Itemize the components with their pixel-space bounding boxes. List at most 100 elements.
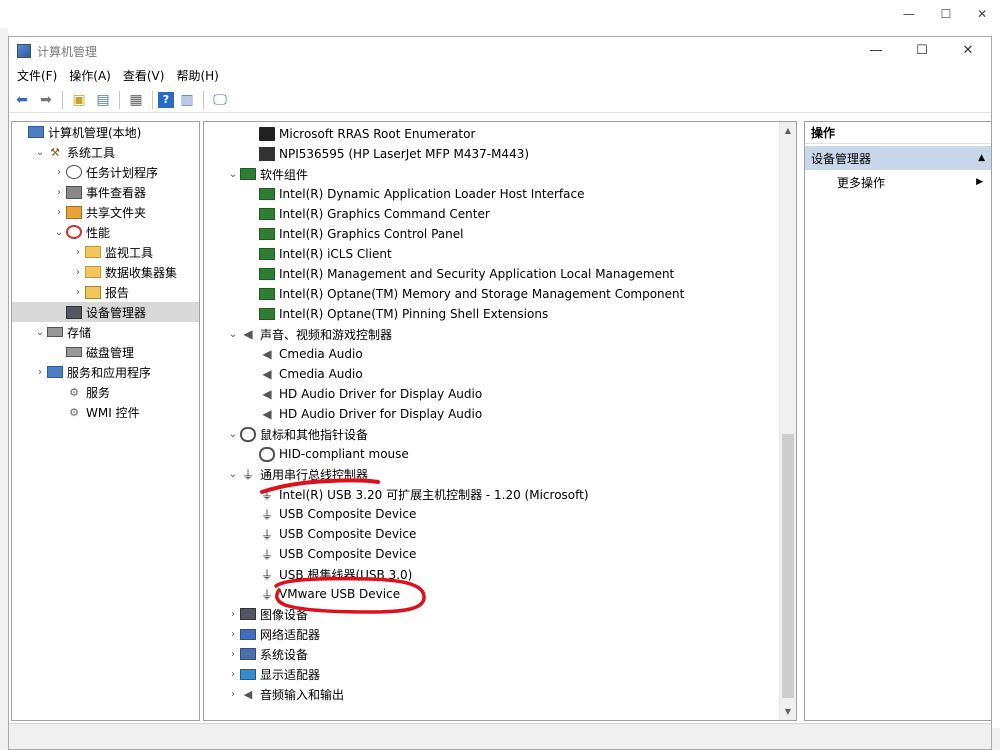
expanded-chevron-icon[interactable]: ⌄ bbox=[33, 327, 47, 338]
close-button[interactable]: ✕ bbox=[945, 37, 991, 65]
tree-item-row[interactable]: ⚙ 服务 bbox=[12, 382, 199, 402]
background-minimize-button[interactable]: — bbox=[903, 7, 915, 21]
expanded-chevron-icon[interactable]: ⌄ bbox=[226, 429, 240, 440]
device-item-row[interactable]: Intel(R) Management and Security Applica… bbox=[204, 264, 778, 284]
back-arrow-icon[interactable]: ⬅ bbox=[11, 89, 33, 111]
sound-video-icon: ◀ bbox=[243, 327, 253, 341]
tree-item-label: 磁盘管理 bbox=[86, 345, 135, 360]
show-hide-tree-icon[interactable]: ▤ bbox=[92, 89, 114, 111]
scroll-down-arrow-icon[interactable]: ▼ bbox=[780, 703, 796, 720]
expanded-chevron-icon[interactable]: ⌄ bbox=[226, 169, 240, 180]
device-item-row[interactable]: ⏚ VMware USB Device bbox=[204, 584, 778, 604]
help-icon[interactable]: ? bbox=[158, 91, 174, 108]
device-item-row[interactable]: NPI536595 (HP LaserJet MFP M437-M443) bbox=[204, 144, 778, 164]
tree-item-row[interactable]: ⌄ 性能 bbox=[12, 222, 199, 242]
device-item-row[interactable]: › 显示适配器 bbox=[204, 664, 778, 684]
collapsed-chevron-icon[interactable]: › bbox=[71, 267, 85, 278]
device-item-row[interactable]: Intel(R) Graphics Control Panel bbox=[204, 224, 778, 244]
device-item-label: 通用串行总线控制器 bbox=[260, 467, 369, 482]
properties-icon[interactable]: ▦ bbox=[125, 89, 147, 111]
scroll-up-arrow-icon[interactable]: ▲ bbox=[780, 122, 796, 139]
device-item-row[interactable]: › 系统设备 bbox=[204, 644, 778, 664]
background-close-button[interactable]: ✕ bbox=[977, 7, 987, 21]
tree-item-row[interactable]: › 任务计划程序 bbox=[12, 162, 199, 182]
device-item-row[interactable]: Intel(R) Graphics Command Center bbox=[204, 204, 778, 224]
collapse-arrow-icon[interactable]: ▲ bbox=[978, 153, 985, 163]
tree-item-row[interactable]: › 数据收集器集 bbox=[12, 262, 199, 282]
device-item-row[interactable]: › ◀ 音频输入和输出 bbox=[204, 684, 778, 704]
menu-bar: 文件(F) 操作(A) 查看(V) 帮助(H) bbox=[9, 65, 991, 87]
device-item-label: USB Composite Device bbox=[279, 547, 417, 561]
device-item-row[interactable]: › 图像设备 bbox=[204, 604, 778, 624]
reports-icon bbox=[85, 285, 101, 299]
device-item-row[interactable]: Intel(R) iCLS Client bbox=[204, 244, 778, 264]
tree-item-row[interactable]: › 监视工具 bbox=[12, 242, 199, 262]
tree-item-row[interactable]: ⚙ WMI 控件 bbox=[12, 402, 199, 422]
expanded-chevron-icon[interactable]: ⌄ bbox=[226, 329, 240, 340]
menu-action[interactable]: 操作(A) bbox=[63, 65, 117, 87]
actions-section-device-manager[interactable]: 设备管理器 ▲ bbox=[805, 146, 991, 170]
device-item-row[interactable]: › 网络适配器 bbox=[204, 624, 778, 644]
collapsed-chevron-icon[interactable]: › bbox=[226, 649, 240, 660]
more-actions-item[interactable]: 更多操作 ▶ bbox=[805, 170, 991, 194]
tree-item-label: 共享文件夹 bbox=[86, 205, 147, 220]
device-item-row[interactable]: ⌄ 鼠标和其他指针设备 bbox=[204, 424, 778, 444]
collapsed-chevron-icon[interactable]: › bbox=[52, 207, 66, 218]
collapsed-chevron-icon[interactable]: › bbox=[71, 287, 85, 298]
collapsed-chevron-icon[interactable]: › bbox=[52, 167, 66, 178]
device-item-row[interactable]: Intel(R) Optane(TM) Pinning Shell Extens… bbox=[204, 304, 778, 324]
tree-item-row[interactable]: ⌄ 存储 bbox=[12, 322, 199, 342]
device-item-row[interactable]: Intel(R) Dynamic Application Loader Host… bbox=[204, 184, 778, 204]
collapsed-chevron-icon[interactable]: › bbox=[226, 609, 240, 620]
device-item-row[interactable]: HID-compliant mouse bbox=[204, 444, 778, 464]
tree-item-row[interactable]: › 报告 bbox=[12, 282, 199, 302]
minimize-button[interactable]: — bbox=[853, 37, 899, 65]
tree-item-row[interactable]: 计算机管理(本地) bbox=[12, 122, 199, 142]
device-item-row[interactable]: Microsoft RRAS Root Enumerator bbox=[204, 124, 778, 144]
device-item-row[interactable]: ◀ Cmedia Audio bbox=[204, 344, 778, 364]
collapsed-chevron-icon[interactable]: › bbox=[52, 187, 66, 198]
tree-item-row[interactable]: 设备管理器 bbox=[12, 302, 199, 322]
expanded-chevron-icon[interactable]: ⌄ bbox=[33, 147, 47, 158]
expanded-chevron-icon[interactable]: ⌄ bbox=[226, 469, 240, 480]
menu-file[interactable]: 文件(F) bbox=[11, 65, 63, 87]
collapsed-chevron-icon[interactable]: › bbox=[226, 669, 240, 680]
toolbar-separator bbox=[203, 90, 204, 109]
maximize-button[interactable]: ☐ bbox=[899, 37, 945, 65]
device-item-label: Intel(R) Graphics Command Center bbox=[279, 207, 490, 221]
monitor-icon[interactable]: 🖵 bbox=[209, 89, 231, 111]
device-item-row[interactable]: ⌄ 软件组件 bbox=[204, 164, 778, 184]
actions-header: 操作 bbox=[805, 122, 991, 144]
tree-item-row[interactable]: › 共享文件夹 bbox=[12, 202, 199, 222]
tree-item-row[interactable]: ⌄ ⚒ 系统工具 bbox=[12, 142, 199, 162]
up-folder-icon[interactable]: ▣ bbox=[68, 89, 90, 111]
device-item-row[interactable]: ◀ HD Audio Driver for Display Audio bbox=[204, 384, 778, 404]
title-bar[interactable]: 计算机管理 bbox=[9, 37, 991, 65]
device-item-row[interactable]: ◀ Cmedia Audio bbox=[204, 364, 778, 384]
device-item-row[interactable]: ⌄ ◀ 声音、视频和游戏控制器 bbox=[204, 324, 778, 344]
device-item-row[interactable]: ⏚ Intel(R) USB 3.20 可扩展主机控制器 - 1.20 (Micr… bbox=[204, 484, 778, 504]
collapsed-chevron-icon[interactable]: › bbox=[71, 247, 85, 258]
tree-item-row[interactable]: › 事件查看器 bbox=[12, 182, 199, 202]
device-item-row[interactable]: ⏚ USB Composite Device bbox=[204, 504, 778, 524]
scrollbar-thumb[interactable] bbox=[782, 434, 794, 698]
collapsed-chevron-icon[interactable]: › bbox=[226, 629, 240, 640]
expanded-chevron-icon[interactable]: ⌄ bbox=[52, 227, 66, 238]
device-item-label: 鼠标和其他指针设备 bbox=[260, 427, 369, 442]
vertical-scrollbar[interactable]: ▲ ▼ bbox=[779, 122, 796, 720]
device-item-row[interactable]: ⏚ USB Composite Device bbox=[204, 524, 778, 544]
device-item-row[interactable]: ◀ HD Audio Driver for Display Audio bbox=[204, 404, 778, 424]
device-item-row[interactable]: ⌄ ⏚ 通用串行总线控制器 bbox=[204, 464, 778, 484]
background-maximize-button[interactable]: ☐ bbox=[941, 7, 952, 21]
tree-item-row[interactable]: › 服务和应用程序 bbox=[12, 362, 199, 382]
menu-help[interactable]: 帮助(H) bbox=[170, 65, 224, 87]
show-hide-action-pane-icon[interactable]: ▥ bbox=[176, 89, 198, 111]
device-item-row[interactable]: ⏚ USB 根集线器(USB 3.0) bbox=[204, 564, 778, 584]
forward-arrow-icon[interactable]: ➡ bbox=[35, 89, 57, 111]
tree-item-row[interactable]: 磁盘管理 bbox=[12, 342, 199, 362]
device-item-row[interactable]: Intel(R) Optane(TM) Memory and Storage M… bbox=[204, 284, 778, 304]
device-item-row[interactable]: ⏚ USB Composite Device bbox=[204, 544, 778, 564]
menu-view[interactable]: 查看(V) bbox=[117, 65, 171, 87]
collapsed-chevron-icon[interactable]: › bbox=[33, 367, 47, 378]
collapsed-chevron-icon[interactable]: › bbox=[226, 689, 240, 700]
